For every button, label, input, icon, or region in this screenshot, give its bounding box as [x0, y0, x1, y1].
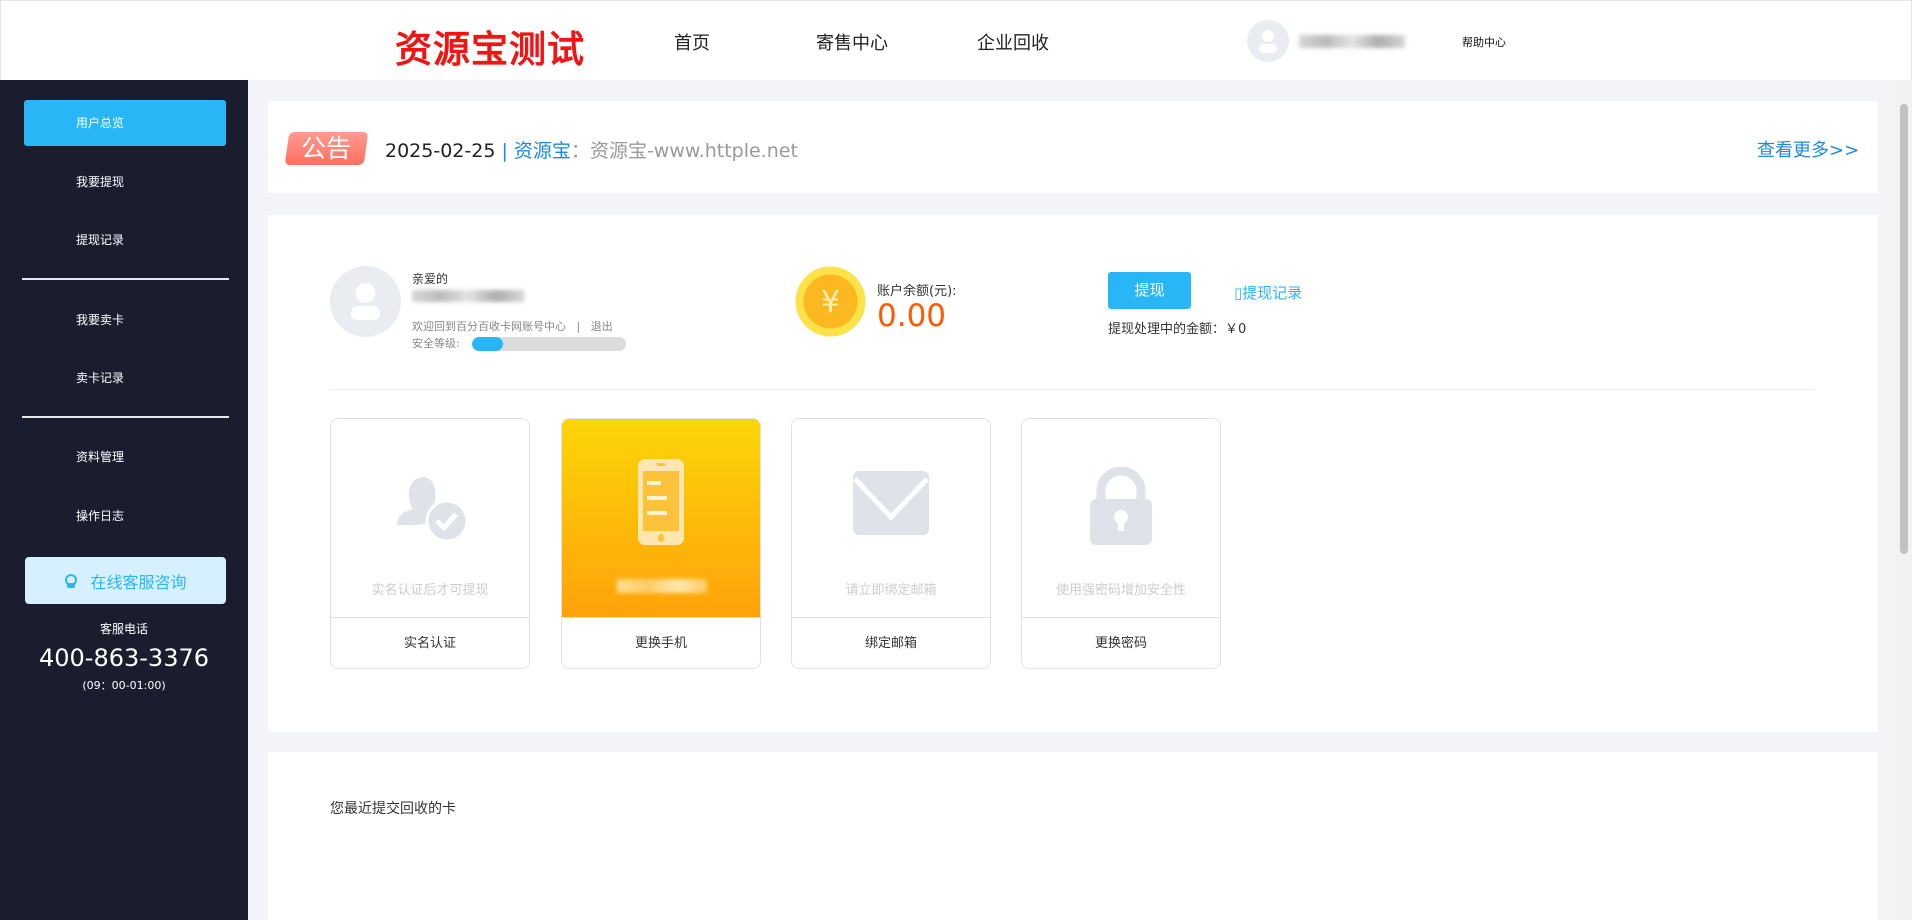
divider [22, 278, 229, 280]
phone-number: 400-863-3376 [38, 644, 209, 672]
greeting: 亲爱的 [412, 272, 449, 286]
phone-label: 客服电话 [99, 622, 148, 636]
security-label: 安全等级: [412, 337, 460, 350]
user-avatar [330, 266, 401, 337]
notice-date: 2025-02-25 [385, 140, 496, 162]
recent-cards-title: 您最近提交回收的卡 [330, 801, 456, 817]
card-desc: 实名认证后才可提现 [371, 583, 489, 598]
service-hours: (09：00-01:00) [82, 679, 166, 692]
logout-link[interactable]: 退出 [591, 320, 613, 333]
scrollbar-thumb[interactable] [1900, 104, 1908, 554]
sidebar-item-withdraw[interactable]: 我要提现 [24, 159, 226, 205]
balance-value: 0.00 [877, 298, 947, 334]
card-change-phone[interactable]: 更换手机 [561, 418, 761, 669]
headset-icon [65, 573, 78, 588]
phone-icon [638, 459, 684, 545]
divider [22, 416, 229, 418]
withdraw-records-link[interactable]: ▯提现记录 [1234, 282, 1302, 303]
security-bar-fill [472, 337, 503, 351]
coin-icon: ¥ [795, 266, 866, 337]
username-blurred [1299, 35, 1405, 48]
divider [330, 389, 1815, 390]
scrollbar[interactable] [1896, 80, 1912, 920]
sidebar: 用户总览 我要提现 提现记录 我要卖卡 卖卡记录 资料管理 操作日志 [0, 80, 248, 920]
mail-icon [853, 471, 929, 535]
avatar[interactable] [1247, 20, 1289, 62]
nav-consign[interactable]: 寄售中心 [816, 29, 888, 55]
lock-icon [1090, 467, 1152, 545]
card-label: 实名认证 [403, 636, 456, 651]
online-service-button[interactable]: 在线客服咨询 [25, 557, 226, 604]
notice-source: 资源宝 [513, 140, 571, 162]
card-label: 更换密码 [1094, 636, 1147, 651]
svg-text:¥: ¥ [821, 285, 840, 320]
sidebar-item-profile[interactable]: 资料管理 [24, 434, 226, 480]
balance-label: 账户余额(元): [877, 284, 957, 299]
welcome-line: 欢迎回到百分百收卡网账号中心 | 退出 [412, 320, 613, 333]
notice-colon: ： [570, 140, 590, 162]
phone-blurred [617, 579, 707, 593]
sidebar-item-withdraw-records[interactable]: 提现记录 [24, 217, 226, 263]
pending-amount: 提现处理中的金额：￥0 [1108, 322, 1247, 337]
recent-cards-panel [268, 752, 1878, 920]
help-center-link[interactable]: 帮助中心 [1462, 34, 1506, 50]
card-real-name[interactable]: 实名认证后才可提现 实名认证 [330, 418, 530, 669]
card-label: 绑定邮箱 [864, 636, 917, 651]
card-desc: 使用强密码增加安全性 [1055, 583, 1186, 598]
username-blurred [412, 290, 524, 302]
nav-home[interactable]: 首页 [674, 29, 710, 55]
notice-sep: | [495, 140, 514, 162]
sidebar-item-overview[interactable]: 用户总览 [24, 100, 226, 146]
user-verify-icon [397, 477, 469, 543]
notice-content: 资源宝-www.httple.net [589, 140, 798, 162]
card-bind-email[interactable]: 请立即绑定邮箱 绑定邮箱 [791, 418, 991, 669]
user-icon [1259, 30, 1277, 53]
card-desc: 请立即绑定邮箱 [845, 583, 937, 598]
security-bar [472, 337, 626, 351]
sidebar-item-sell-card[interactable]: 我要卖卡 [24, 297, 226, 343]
logo[interactable]: 资源宝测试 [395, 19, 585, 73]
view-more-link[interactable]: 查看更多>> [1757, 136, 1859, 162]
notice-text[interactable]: 2025-02-25 | 资源宝：资源宝-www.httple.net [385, 136, 798, 163]
card-label: 更换手机 [634, 636, 687, 651]
sidebar-item-sell-records[interactable]: 卖卡记录 [24, 355, 226, 401]
withdraw-button[interactable]: 提现 [1108, 272, 1191, 309]
sidebar-item-logs[interactable]: 操作日志 [24, 493, 226, 539]
online-service-label: 在线客服咨询 [90, 572, 187, 592]
top-header: 资源宝测试 首页 寄售中心 企业回收 帮助中心 [0, 0, 1912, 80]
notice-badge: 公告 [284, 132, 369, 165]
card-change-password[interactable]: 使用强密码增加安全性 更换密码 [1021, 418, 1221, 669]
nav-enterprise[interactable]: 企业回收 [977, 29, 1049, 55]
user-icon [351, 283, 380, 320]
